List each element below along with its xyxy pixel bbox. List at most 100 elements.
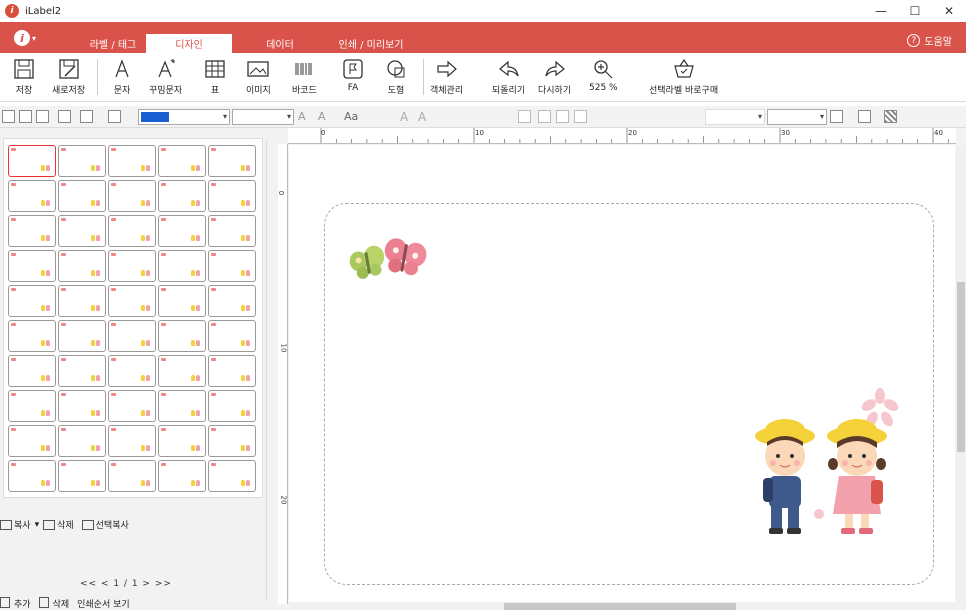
color-select[interactable]: ▾ [138,109,230,125]
font-color-icon[interactable]: A [318,110,331,123]
line-color-button[interactable] [858,110,871,123]
label-thumbnail[interactable] [208,285,256,317]
label-thumbnail[interactable] [108,145,156,177]
align-top-icon[interactable] [574,110,587,123]
label-thumbnail[interactable] [158,425,206,457]
align-center-icon[interactable] [538,110,551,123]
label-thumbnail[interactable] [108,250,156,282]
label-thumbnail[interactable] [158,250,206,282]
label-thumbnail[interactable] [108,460,156,492]
fancy-text-button[interactable]: 꾸밈문자 [149,57,182,96]
basket-button[interactable]: 선택라벨 바로구매 [649,57,718,96]
toolbar-button-3[interactable] [36,110,49,123]
add-button[interactable]: 추가 [14,597,31,610]
tab-print-preview[interactable]: 인쇄 / 미리보기 [326,34,416,53]
toolbar-button-5[interactable] [80,110,93,123]
label-thumbnail[interactable] [8,425,56,457]
label-thumbnail[interactable] [8,215,56,247]
label-thumbnail[interactable] [108,320,156,352]
label-thumbnail[interactable] [58,285,106,317]
object-manage-button[interactable]: 객체관리 [430,57,463,96]
print-order-button[interactable]: 인쇄순서 보기 [77,597,130,610]
label-thumbnail[interactable] [208,145,256,177]
label-thumbnail[interactable] [58,355,106,387]
label-thumbnail[interactable] [158,355,206,387]
help-button[interactable]: ? 도움말 [907,33,952,48]
page-navigation[interactable]: << < 1 / 1 > >> [80,579,172,589]
label-thumbnail[interactable] [108,180,156,212]
label-thumbnail[interactable] [208,180,256,212]
children-image[interactable] [751,418,893,542]
label-thumbnail[interactable] [158,215,206,247]
label-thumbnail[interactable] [58,215,106,247]
label-thumbnail[interactable] [8,390,56,422]
label-thumbnail[interactable] [8,250,56,282]
barcode-button[interactable]: 바코드 [292,57,317,96]
label-thumbnail[interactable] [58,145,106,177]
label-thumbnail[interactable] [158,390,206,422]
pattern-button[interactable] [884,110,897,123]
font-size-icon[interactable]: A [298,110,311,123]
align-right-icon[interactable] [556,110,569,123]
lock-button[interactable] [58,110,71,123]
label-thumbnail[interactable] [8,460,56,492]
align-button[interactable] [108,110,121,123]
align-left-icon[interactable] [518,110,531,123]
zoom-button[interactable]: 525 % [589,57,618,93]
outline-icon[interactable]: A [418,110,431,124]
bold-icon[interactable]: A [400,110,413,124]
text-button[interactable]: 문자 [110,57,134,96]
label-thumbnail[interactable] [58,460,106,492]
image-button[interactable]: 이미지 [246,57,271,96]
copy-button[interactable]: 복사 [14,518,31,531]
fa-button[interactable]: FA [341,57,365,93]
label-thumbnail[interactable] [58,250,106,282]
label-thumbnail[interactable] [208,250,256,282]
vertical-scroll-thumb[interactable] [957,282,965,452]
save-button[interactable]: 저장 [12,57,36,96]
label-thumbnail[interactable] [8,145,56,177]
label-thumbnail[interactable] [158,320,206,352]
label-thumbnail[interactable] [8,355,56,387]
label-thumbnail[interactable] [208,425,256,457]
butterflies-image[interactable] [347,232,433,282]
close-button[interactable]: ✕ [932,0,966,22]
delete-button[interactable]: 삭제 [57,518,74,531]
text-case-icon[interactable]: Aa [344,110,358,123]
label-thumbnail[interactable] [208,355,256,387]
horizontal-scroll-thumb[interactable] [504,603,736,610]
label-thumbnail[interactable] [208,320,256,352]
label-thumbnail[interactable] [158,285,206,317]
minimize-button[interactable]: — [864,0,898,22]
line-width-select[interactable]: ▾ [767,109,827,125]
label-thumbnail[interactable] [58,180,106,212]
label-thumbnail[interactable] [158,180,206,212]
toolbar-button-2[interactable] [19,110,32,123]
label-thumbnail[interactable] [58,425,106,457]
label-thumbnail[interactable] [108,390,156,422]
label-thumbnail[interactable] [158,460,206,492]
label-canvas[interactable] [324,203,934,585]
label-thumbnail[interactable] [108,285,156,317]
redo-button[interactable]: 다시하기 [538,57,571,96]
label-thumbnail[interactable] [158,145,206,177]
toolbar-button-1[interactable] [2,110,15,123]
copy-dropdown-icon[interactable]: ▾ [35,520,40,530]
label-thumbnail[interactable] [8,320,56,352]
label-thumbnail[interactable] [58,320,106,352]
line-style-select[interactable]: ▾ [705,109,765,125]
label-thumbnail[interactable] [58,390,106,422]
app-menu-button[interactable]: i ▾ [14,30,36,46]
label-thumbnail[interactable] [108,215,156,247]
save-as-button[interactable]: 새로저장 [52,57,85,96]
label-thumbnail[interactable] [108,355,156,387]
label-thumbnail[interactable] [108,425,156,457]
table-button[interactable]: 표 [203,57,227,96]
remove-button[interactable]: 삭제 [53,597,70,610]
font-select[interactable]: ▾ [232,109,294,125]
select-copy-button[interactable]: 선택복사 [96,518,129,531]
fill-color-button[interactable] [830,110,843,123]
label-thumbnail[interactable] [208,215,256,247]
shape-button[interactable]: 도형 [384,57,408,96]
label-thumbnail[interactable] [208,460,256,492]
